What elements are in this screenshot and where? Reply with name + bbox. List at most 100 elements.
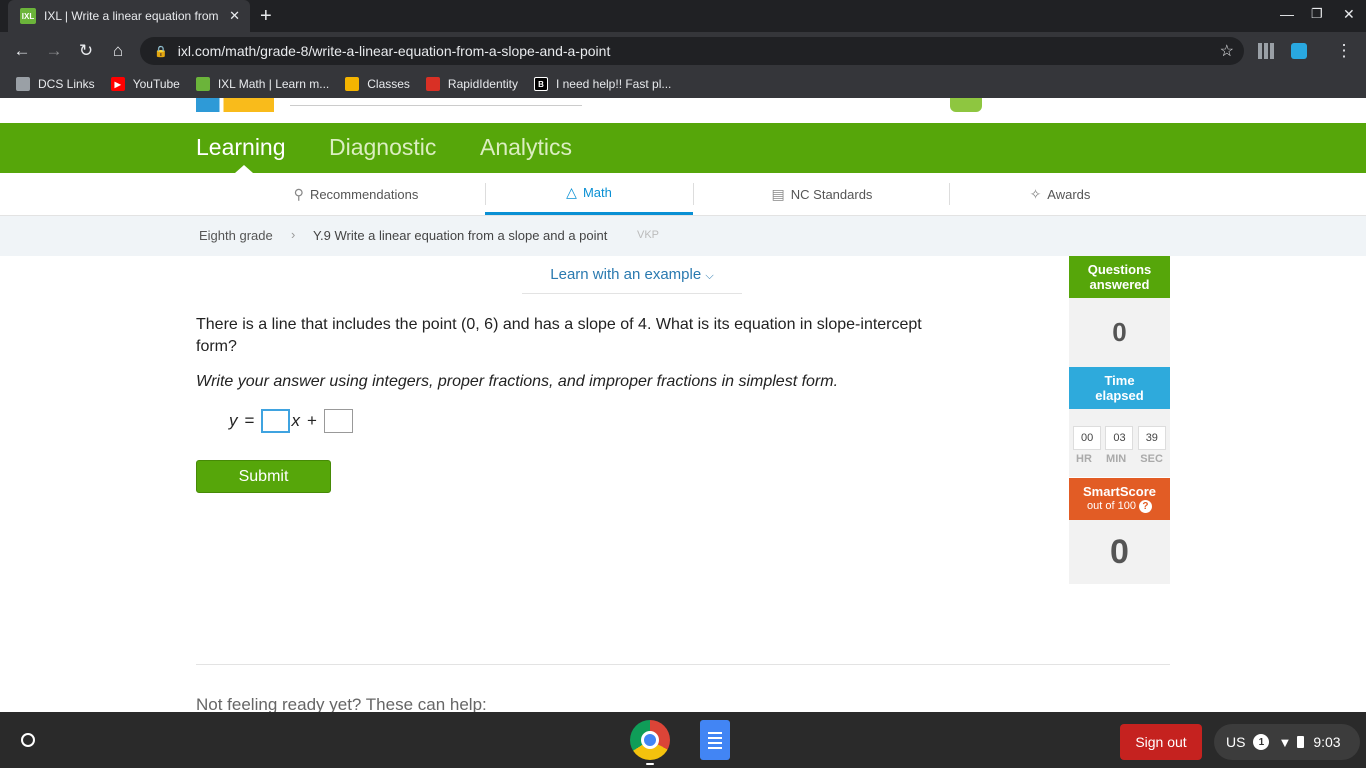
question-text: There is a line that includes the point … [196,316,922,355]
answer-equation: y = x + [229,409,353,433]
avatar[interactable] [950,98,982,112]
extension-cloud-icon[interactable] [1291,43,1307,59]
ixl-logo[interactable] [196,98,274,112]
browser-tab[interactable]: IXL IXL | Write a linear equation from ✕ [8,0,250,32]
time-seconds: 39 [1137,426,1166,450]
breadcrumb-skill: Y.9 Write a linear equation from a slope… [313,228,608,243]
skill-code: VKP [637,229,660,241]
eq-equals: = [244,411,255,430]
time-label-line1: Time [1104,373,1135,388]
active-nav-caret [235,165,253,173]
time-elapsed-value: 00 03 39 HR MIN SEC [1069,409,1170,477]
ixl-header-fragment [0,98,1366,123]
bookmark-dcs-links[interactable]: DCS Links [16,77,95,91]
recommendations-icon: ⚲ [293,185,304,202]
browser-toolbar: ← → ↻ ⌂ 🔒 ixl.com/math/grade-8/write-a-l… [0,32,1366,70]
nav-diagnostic[interactable]: Diagnostic [329,134,436,161]
sign-out-button[interactable]: Sign out [1120,724,1202,760]
questions-answered-label: Questions answered [1069,256,1170,298]
running-indicator [646,763,654,765]
bookmark-ixl[interactable]: IXL Math | Learn m... [195,77,330,91]
notification-count: 1 [1253,734,1270,750]
questions-answered-value: 0 [1069,298,1170,367]
bookmark-youtube[interactable]: ▶ YouTube [110,77,180,91]
bookmark-label: I need help!! Fast pl... [555,77,672,91]
menu-icon[interactable]: ⋮ [1334,41,1354,61]
help-icon[interactable]: ? [1138,500,1152,513]
brainly-icon: B [533,77,548,91]
questions-label-line1: Questions [1087,262,1152,277]
nav-analytics[interactable]: Analytics [480,134,572,161]
bookmark-classes[interactable]: Classes [345,77,410,91]
tab-awards[interactable]: ✧ Awards [950,173,1170,215]
system-tray[interactable]: US 1 ▼ 9:03 [1214,724,1360,760]
home-icon[interactable]: ⌂ [108,41,128,61]
locale-indicator: US [1226,734,1246,750]
battery-icon [1297,736,1305,748]
question-instruction: Write your answer using integers, proper… [196,373,839,390]
extension-qr-icon[interactable] [1258,43,1274,59]
bookmark-label: Classes [367,77,410,91]
bookmark-label: YouTube [132,77,180,91]
awards-icon: ✧ [1029,185,1042,202]
youtube-icon: ▶ [110,77,125,91]
nav-learning[interactable]: Learning [196,134,286,161]
bookmark-help[interactable]: B I need help!! Fast pl... [533,77,672,91]
folder-icon [16,77,30,91]
chrome-icon[interactable] [630,720,670,760]
tab-recommendations[interactable]: ⚲ Recommendations [228,173,484,215]
restore-icon[interactable]: ❐ [1311,6,1323,22]
wifi-icon: ▼ [1278,734,1292,750]
bookmark-star-icon[interactable]: ☆ [1220,41,1234,61]
chevron-down-icon: ⌵ [705,270,714,282]
bookmark-rapididentity[interactable]: RapidIdentity [425,77,518,91]
tab-label: Awards [1047,186,1091,202]
smartscore-value: 0 [1069,520,1170,584]
tab-label: Math [582,185,612,200]
bookmark-label: IXL Math | Learn m... [217,77,330,91]
breadcrumb-grade[interactable]: Eighth grade [199,228,273,243]
minimize-icon[interactable]: — [1280,6,1294,22]
rapididentity-icon [425,77,440,91]
reload-icon[interactable]: ↻ [76,41,96,61]
smartscore-label: SmartScore out of 100 ? [1069,478,1170,520]
bookmark-label: DCS Links [38,77,95,91]
tab-label: NC Standards [790,186,873,202]
clock: 9:03 [1313,734,1341,750]
time-hours: 00 [1073,426,1102,450]
ixl-page: Learning Diagnostic Analytics ⚲ Recommen… [0,98,1366,712]
time-elapsed-label: Time elapsed [1069,367,1170,409]
tab-nc-standards[interactable]: ▤ NC Standards [694,173,950,215]
site-search-input[interactable] [290,100,582,106]
time-label-line2: elapsed [1095,388,1144,403]
tab-label: Recommendations [309,186,419,202]
bookmarks-bar: DCS Links ▶ YouTube IXL Math | Learn m..… [0,70,1366,98]
browser-tabstrip: IXL IXL | Write a linear equation from ✕… [0,0,1366,32]
address-bar[interactable]: 🔒 ixl.com/math/grade-8/write-a-linear-eq… [140,37,1244,65]
ixl-icon [195,77,210,91]
intercept-input[interactable] [323,409,353,433]
breadcrumb: Eighth grade › Y.9 Write a linear equati… [0,216,1366,256]
launcher-icon[interactable] [12,724,44,756]
close-tab-icon[interactable]: ✕ [229,8,240,24]
eq-x: x [291,411,300,430]
close-window-icon[interactable]: ✕ [1343,6,1355,23]
unit-hr: HR [1076,453,1092,465]
section-divider [196,664,1170,665]
smartscore-title: SmartScore [1083,484,1156,499]
tab-title: IXL | Write a linear equation from [44,9,219,23]
submit-button[interactable]: Submit [196,460,331,493]
new-tab-icon[interactable]: + [260,5,272,28]
back-icon[interactable]: ← [12,41,32,61]
subject-tabs: ⚲ Recommendations △ Math ▤ NC Standards … [0,173,1366,216]
forward-icon[interactable]: → [44,41,64,61]
smartscore-subtitle: out of 100 [1087,500,1136,512]
questions-label-line2: answered [1089,277,1150,292]
learn-link-label: Learn with an example [550,266,702,283]
eq-y: y [229,411,238,430]
ixl-favicon-icon: IXL [20,8,36,24]
learn-with-example-link[interactable]: Learn with an example ⌵ [522,266,742,294]
slope-input[interactable] [261,409,291,433]
google-docs-icon[interactable] [700,720,730,760]
tab-math[interactable]: △ Math [485,173,693,215]
